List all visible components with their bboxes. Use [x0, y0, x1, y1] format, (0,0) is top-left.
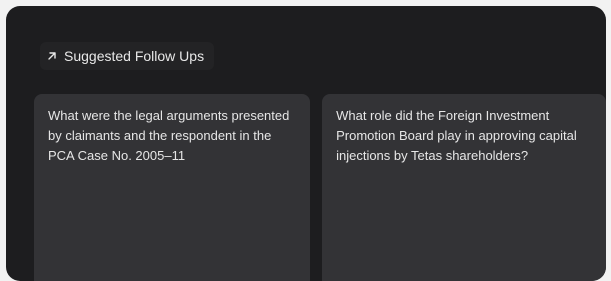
- section-title: Suggested Follow Ups: [64, 48, 205, 64]
- suggested-follow-ups-panel: Suggested Follow Ups What were the legal…: [6, 6, 606, 281]
- suggestion-card[interactable]: What were the legal arguments presented …: [34, 94, 311, 281]
- suggestion-card[interactable]: What role did the Foreign Investment Pro…: [322, 94, 606, 281]
- suggested-follow-ups-header: Suggested Follow Ups: [40, 42, 215, 70]
- suggestion-list: What were the legal arguments presented …: [34, 94, 606, 281]
- arrow-up-right-icon: [46, 50, 58, 62]
